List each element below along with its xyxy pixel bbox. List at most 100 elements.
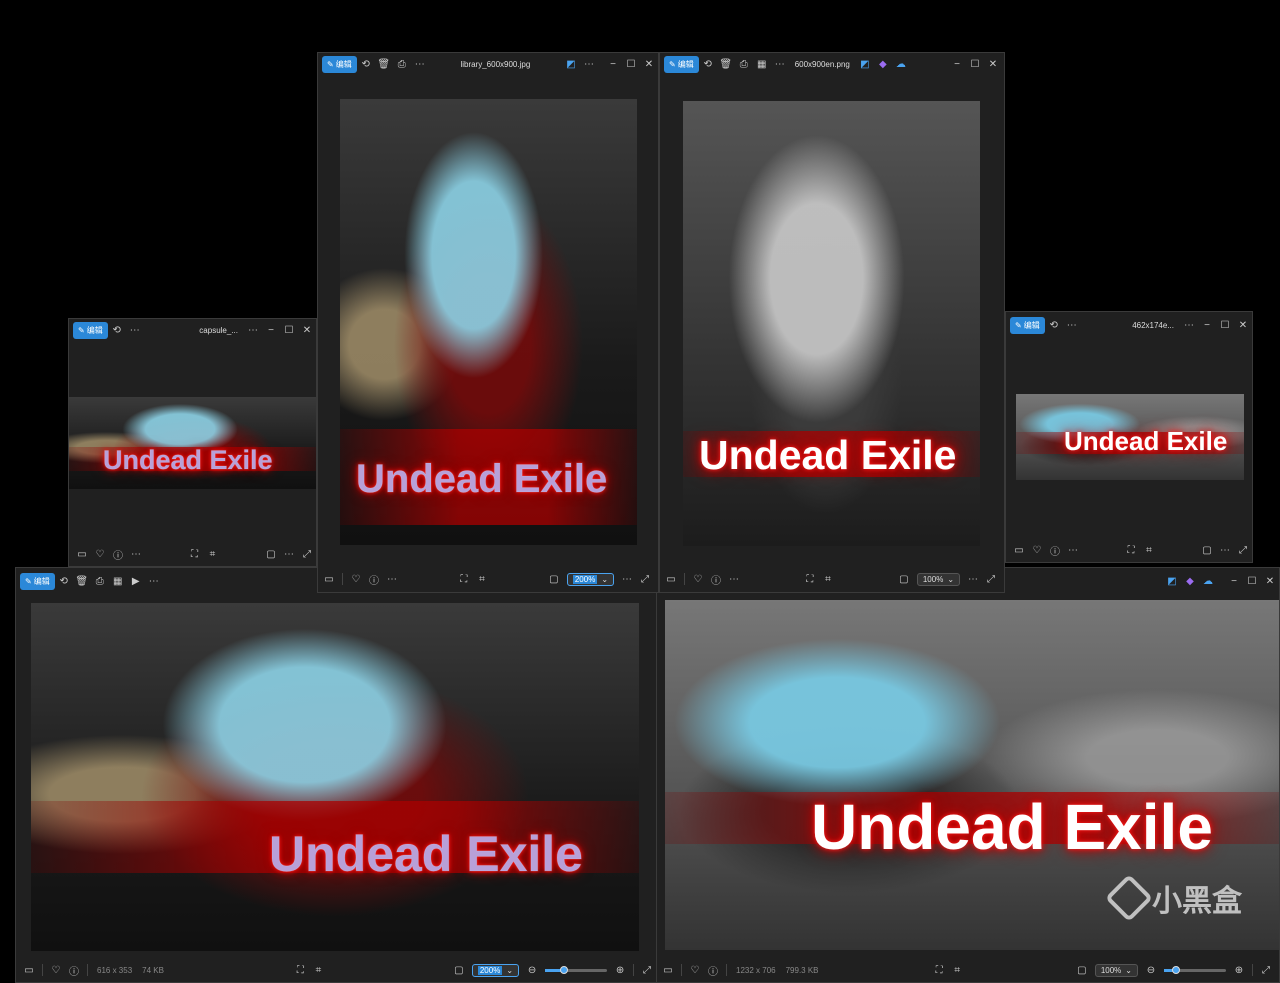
filmstrip-icon[interactable]: ▭ bbox=[320, 570, 338, 588]
edit-button[interactable]: ✎ 编辑 bbox=[664, 55, 699, 73]
favorite-icon[interactable]: ♡ bbox=[347, 570, 365, 588]
more-icon[interactable]: ⋯ bbox=[964, 570, 982, 588]
maximize-button[interactable]: ☐ bbox=[1216, 316, 1234, 334]
edit-button[interactable]: ✎ 编辑 bbox=[73, 321, 108, 339]
crop-icon[interactable]: ⌗ bbox=[819, 570, 837, 588]
info-icon[interactable]: ⓘ bbox=[65, 961, 83, 979]
zoom-out-icon[interactable]: ⊖ bbox=[1142, 961, 1160, 979]
info-icon[interactable]: ⓘ bbox=[365, 570, 383, 588]
more-icon[interactable]: ⋯ bbox=[126, 321, 144, 339]
more-icon[interactable]: ⋯ bbox=[1063, 316, 1081, 334]
print-icon[interactable]: ⎙ bbox=[91, 572, 109, 590]
zoom-dropdown[interactable]: 100% ⌄ bbox=[1094, 963, 1138, 977]
more-icon[interactable]: ⋯ bbox=[127, 545, 145, 563]
info-icon[interactable]: ⓘ bbox=[704, 961, 722, 979]
crop-icon[interactable]: ⌗ bbox=[473, 570, 491, 588]
close-button[interactable]: ✕ bbox=[298, 321, 316, 339]
delete-icon[interactable]: 🗑 bbox=[717, 55, 735, 73]
edit-button[interactable]: ✎ 编辑 bbox=[20, 572, 55, 590]
clipchamp-icon[interactable]: ◆ bbox=[1181, 572, 1199, 590]
close-button[interactable]: ✕ bbox=[640, 55, 658, 73]
rotate-icon[interactable]: ⟲ bbox=[108, 321, 126, 339]
more-icon[interactable]: ⋯ bbox=[383, 570, 401, 588]
more-icon[interactable]: ⋯ bbox=[580, 55, 598, 73]
image-icon[interactable]: ▦ bbox=[753, 55, 771, 73]
minimize-button[interactable]: − bbox=[948, 55, 966, 73]
info-icon[interactable]: ⓘ bbox=[109, 545, 127, 563]
rotate-icon[interactable]: ⟲ bbox=[699, 55, 717, 73]
more-icon[interactable]: ⋯ bbox=[1180, 316, 1198, 334]
fit-icon[interactable]: ⛶ bbox=[455, 570, 473, 588]
onedrive-icon[interactable]: ☁ bbox=[892, 55, 910, 73]
delete-icon[interactable]: 🗑 bbox=[375, 55, 393, 73]
more-icon[interactable]: ⋯ bbox=[618, 570, 636, 588]
more-icon[interactable]: ⋯ bbox=[1064, 541, 1082, 559]
close-button[interactable]: ✕ bbox=[984, 55, 1002, 73]
fit-icon[interactable]: ⛶ bbox=[801, 570, 819, 588]
fullscreen-icon[interactable]: ⤢ bbox=[1234, 541, 1252, 559]
crop-icon[interactable]: ⌗ bbox=[204, 545, 222, 563]
filmstrip-icon[interactable]: ▭ bbox=[73, 545, 91, 563]
minimize-button[interactable]: − bbox=[604, 55, 622, 73]
more-icon[interactable]: ⋯ bbox=[411, 55, 429, 73]
fit-icon[interactable]: ⛶ bbox=[291, 961, 309, 979]
more-icon[interactable]: ⋯ bbox=[145, 572, 163, 590]
favorite-icon[interactable]: ♡ bbox=[689, 570, 707, 588]
actual-size-icon[interactable]: ▢ bbox=[1073, 961, 1091, 979]
rotate-icon[interactable]: ⟲ bbox=[55, 572, 73, 590]
more-icon[interactable]: ⋯ bbox=[280, 545, 298, 563]
minimize-button[interactable]: − bbox=[262, 321, 280, 339]
filmstrip-icon[interactable]: ▭ bbox=[662, 570, 680, 588]
zoom-dropdown[interactable]: 200% ⌄ bbox=[471, 963, 520, 977]
close-button[interactable]: ✕ bbox=[1261, 572, 1279, 590]
actual-size-icon[interactable]: ▢ bbox=[895, 570, 913, 588]
fit-icon[interactable]: ⛶ bbox=[930, 961, 948, 979]
fullscreen-icon[interactable]: ⤢ bbox=[298, 545, 316, 563]
maximize-button[interactable]: ☐ bbox=[1243, 572, 1261, 590]
more-icon[interactable]: ⋯ bbox=[725, 570, 743, 588]
minimize-button[interactable]: − bbox=[1198, 316, 1216, 334]
onedrive-icon[interactable]: ☁ bbox=[1199, 572, 1217, 590]
crop-icon[interactable]: ⌗ bbox=[309, 961, 327, 979]
favorite-icon[interactable]: ♡ bbox=[686, 961, 704, 979]
more-icon[interactable]: ⋯ bbox=[771, 55, 789, 73]
rotate-icon[interactable]: ⟲ bbox=[1045, 316, 1063, 334]
slideshow-icon[interactable]: ▶ bbox=[127, 572, 145, 590]
delete-icon[interactable]: 🗑 bbox=[73, 572, 91, 590]
info-icon[interactable]: ⓘ bbox=[707, 570, 725, 588]
filmstrip-icon[interactable]: ▭ bbox=[1010, 541, 1028, 559]
maximize-button[interactable]: ☐ bbox=[280, 321, 298, 339]
crop-icon[interactable]: ⌗ bbox=[1140, 541, 1158, 559]
filmstrip-icon[interactable]: ▭ bbox=[659, 961, 677, 979]
actual-size-icon[interactable]: ▢ bbox=[450, 961, 468, 979]
maximize-button[interactable]: ☐ bbox=[622, 55, 640, 73]
edit-button[interactable]: ✎ 编辑 bbox=[322, 55, 357, 73]
fullscreen-icon[interactable]: ⤢ bbox=[1257, 961, 1275, 979]
actual-size-icon[interactable]: ▢ bbox=[262, 545, 280, 563]
close-button[interactable]: ✕ bbox=[1234, 316, 1252, 334]
actual-size-icon[interactable]: ▢ bbox=[1198, 541, 1216, 559]
print-icon[interactable]: ⎙ bbox=[735, 55, 753, 73]
favorite-icon[interactable]: ♡ bbox=[91, 545, 109, 563]
zoom-in-icon[interactable]: ⊕ bbox=[1230, 961, 1248, 979]
edit-button[interactable]: ✎ 编辑 bbox=[1010, 316, 1045, 334]
info-icon[interactable]: ⓘ bbox=[1046, 541, 1064, 559]
fit-icon[interactable]: ⛶ bbox=[186, 545, 204, 563]
zoom-slider[interactable] bbox=[545, 965, 608, 974]
print-icon[interactable]: ⎙ bbox=[393, 55, 411, 73]
fit-icon[interactable]: ⛶ bbox=[1122, 541, 1140, 559]
crop-icon[interactable]: ⌗ bbox=[948, 961, 966, 979]
clipchamp-icon[interactable]: ◆ bbox=[874, 55, 892, 73]
edit-image-icon[interactable]: ◩ bbox=[1163, 572, 1181, 590]
more-icon[interactable]: ⋯ bbox=[1216, 541, 1234, 559]
edit-image-icon[interactable]: ◩ bbox=[562, 55, 580, 73]
zoom-dropdown[interactable]: 100% ⌄ bbox=[916, 572, 961, 586]
zoom-in-icon[interactable]: ⊕ bbox=[611, 961, 629, 979]
filmstrip-icon[interactable]: ▭ bbox=[20, 961, 38, 979]
image-icon[interactable]: ▦ bbox=[109, 572, 127, 590]
edit-image-icon[interactable]: ◩ bbox=[856, 55, 874, 73]
favorite-icon[interactable]: ♡ bbox=[1028, 541, 1046, 559]
rotate-icon[interactable]: ⟲ bbox=[357, 55, 375, 73]
actual-size-icon[interactable]: ▢ bbox=[545, 570, 563, 588]
fullscreen-icon[interactable]: ⤢ bbox=[636, 570, 654, 588]
